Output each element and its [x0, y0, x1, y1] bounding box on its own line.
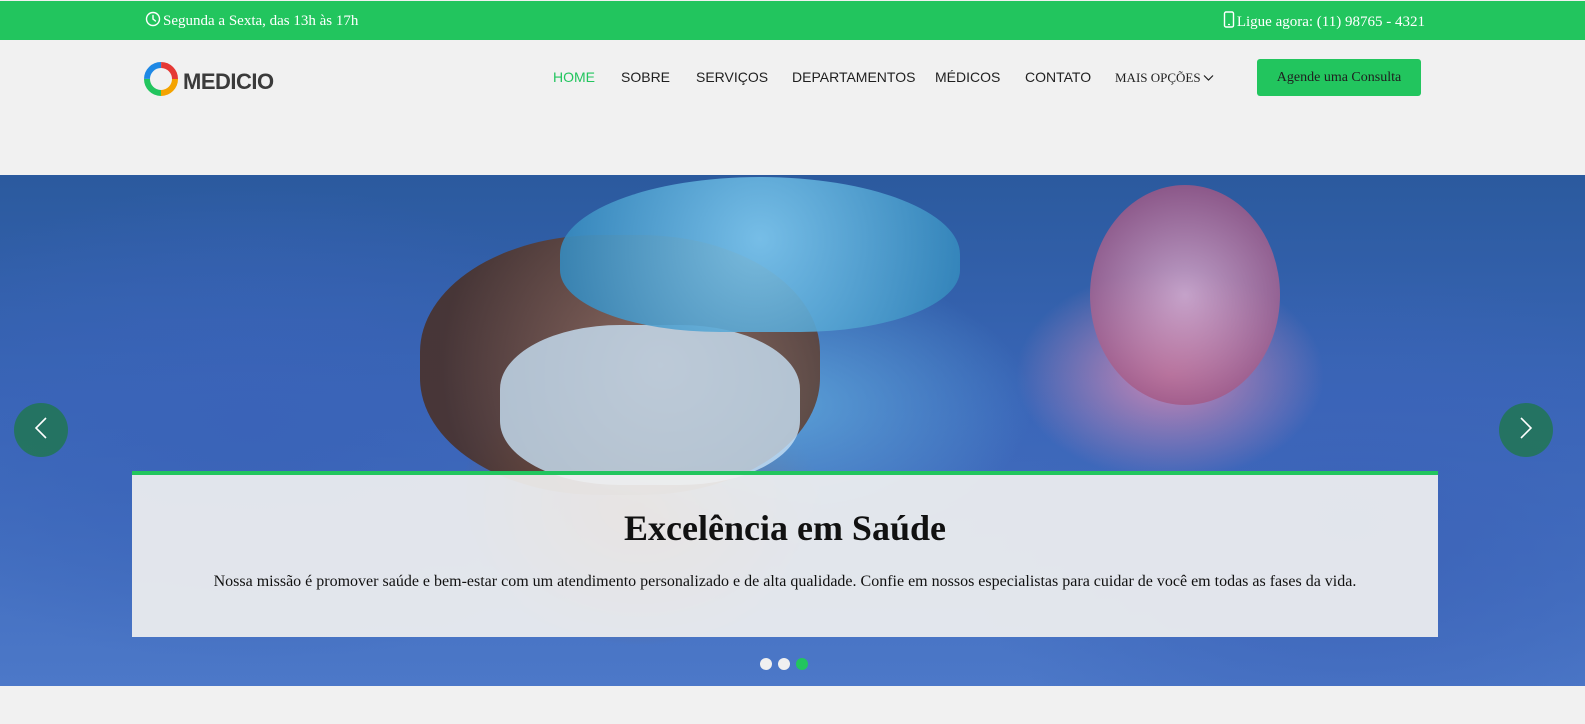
hero-carousel: Excelência em Saúde Nossa missão é promo…: [0, 175, 1585, 686]
brand-name: MEDICIO: [183, 68, 274, 94]
logo-ring-icon: [143, 61, 179, 102]
nav-home[interactable]: HOME: [553, 69, 595, 85]
carousel-prev-button[interactable]: [14, 403, 68, 457]
phone-contact[interactable]: Ligue agora: (11) 98765 - 4321: [1223, 11, 1425, 33]
carousel-dot-1[interactable]: [760, 658, 772, 670]
nav-departments[interactable]: DEPARTAMENTOS: [792, 69, 915, 85]
phone-icon: [1223, 11, 1235, 33]
site-header: MEDICIO HOME SOBRE SERVIÇOS DEPARTAMENTO…: [0, 40, 1585, 175]
chevron-left-icon: [34, 416, 48, 445]
carousel-dot-3[interactable]: [796, 658, 808, 670]
nav-about[interactable]: SOBRE: [621, 69, 670, 85]
hero-title: Excelência em Saúde: [624, 508, 946, 548]
business-hours: Segunda a Sexta, das 13h às 17h: [145, 11, 358, 32]
nav-more-options[interactable]: MAIS OPÇÕES: [1115, 70, 1214, 86]
nav-doctors[interactable]: MÉDICOS: [935, 69, 1000, 85]
nav-services[interactable]: SERVIÇOS: [696, 69, 768, 85]
hero-photo-mask: [500, 325, 800, 485]
hero-photo-cap: [560, 177, 960, 332]
carousel-indicators: [760, 658, 808, 670]
hero-caption: Excelência em Saúde Nossa missão é promo…: [132, 471, 1438, 637]
nav-more-label: MAIS OPÇÕES: [1115, 70, 1201, 85]
top-bar: Segunda a Sexta, das 13h às 17h Ligue ag…: [0, 1, 1585, 40]
phone-text: Ligue agora: (11) 98765 - 4321: [1236, 13, 1425, 30]
logo[interactable]: MEDICIO: [143, 61, 274, 102]
nav-contact[interactable]: CONTATO: [1025, 69, 1091, 85]
chevron-down-icon: [1203, 70, 1214, 86]
chevron-right-icon: [1519, 416, 1533, 445]
carousel-dot-2[interactable]: [778, 658, 790, 670]
clock-icon: [145, 11, 161, 32]
hero-text: Nossa missão é promover saúde e bem-esta…: [213, 573, 1357, 590]
carousel-next-button[interactable]: [1499, 403, 1553, 457]
book-appointment-button[interactable]: Agende uma Consulta: [1257, 59, 1421, 96]
business-hours-text: Segunda a Sexta, das 13h às 17h: [163, 13, 359, 29]
hero-photo-colleague: [1090, 185, 1280, 405]
